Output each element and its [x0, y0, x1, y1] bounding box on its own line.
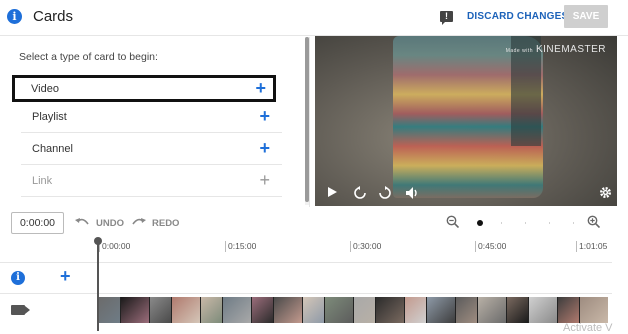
add-icon[interactable]: +: [259, 106, 270, 127]
scrollbar-thumb[interactable]: [305, 37, 309, 202]
filmstrip-frame: [507, 297, 529, 323]
card-type-playlist[interactable]: Playlist +: [21, 103, 282, 133]
card-type-link[interactable]: Link +: [21, 167, 282, 197]
ruler-tick: [475, 241, 476, 252]
video-camera-icon: [11, 305, 30, 315]
filmstrip-frame: [325, 297, 354, 323]
discard-changes-button[interactable]: DISCARD CHANGES: [467, 11, 568, 22]
zoom-slider[interactable]: [477, 220, 574, 226]
play-icon[interactable]: [328, 187, 337, 197]
filmstrip-frame: [223, 297, 252, 323]
volume-icon[interactable]: [405, 186, 419, 200]
add-card-button[interactable]: +: [60, 266, 71, 287]
rewind-icon[interactable]: [353, 186, 367, 200]
add-icon[interactable]: +: [259, 170, 270, 191]
filmstrip-frame: [376, 297, 405, 323]
settings-gear-icon[interactable]: [599, 186, 612, 199]
watermark-brand: KINEMASTER: [535, 44, 606, 55]
card-type-panel: Select a type of card to begin: Video + …: [8, 37, 310, 207]
ruler-tick-label: 1:01:05: [579, 241, 608, 251]
timeline-divider: [0, 293, 612, 294]
timecode-field[interactable]: 0:00:00: [11, 212, 64, 234]
filmstrip-frame: [580, 297, 608, 323]
activate-windows-watermark: Activate V: [563, 322, 613, 334]
filmstrip-frame: [354, 297, 376, 323]
info-icon[interactable]: i: [7, 9, 22, 24]
ruler-tick-label: 0:15:00: [228, 241, 257, 251]
feedback-icon[interactable]: !: [440, 11, 453, 25]
filmstrip-frame: [558, 297, 580, 323]
card-type-label: Channel: [32, 143, 73, 155]
filmstrip-frame: [150, 297, 172, 323]
card-type-video[interactable]: Video +: [12, 75, 276, 102]
zoom-out-icon[interactable]: [446, 215, 459, 228]
card-type-label: Video: [31, 83, 59, 95]
filmstrip-frame: [121, 297, 150, 323]
filmstrip-frame: [456, 297, 478, 323]
zoom-in-icon[interactable]: [587, 215, 600, 228]
filmstrip-frame: [274, 297, 303, 323]
card-type-label: Link: [32, 175, 53, 187]
filmstrip-frame: [201, 297, 223, 323]
ruler-tick: [576, 241, 577, 252]
ruler-tick: [350, 241, 351, 252]
undo-icon[interactable]: [74, 216, 90, 228]
timeline-ruler[interactable]: 0:00:00 0:15:00 0:30:00 0:45:00 1:01:05: [99, 241, 609, 261]
watermark-prefix: Made with: [505, 48, 533, 54]
save-button[interactable]: SAVE: [564, 5, 608, 28]
card-type-channel[interactable]: Channel +: [21, 135, 282, 165]
filmstrip-frame: [427, 297, 456, 323]
video-player[interactable]: Made with KINEMASTER: [315, 36, 617, 206]
filmstrip-frame: [99, 297, 121, 323]
kinemaster-watermark: Made with KINEMASTER: [506, 44, 606, 55]
add-icon[interactable]: +: [259, 138, 270, 159]
timeline-playhead[interactable]: [94, 237, 102, 331]
page-title: Cards: [33, 8, 74, 25]
ruler-tick: [225, 241, 226, 252]
filmstrip-frame: [303, 297, 325, 323]
ruler-tick-label: 0:00:00: [102, 241, 131, 251]
filmstrip-frame: [172, 297, 201, 323]
fast-forward-icon[interactable]: [378, 186, 392, 200]
undo-button[interactable]: UNDO: [96, 218, 124, 229]
zoom-slider-handle[interactable]: [477, 220, 483, 226]
ruler-tick-label: 0:30:00: [353, 241, 382, 251]
filmstrip-frame: [252, 297, 274, 323]
redo-button[interactable]: REDO: [152, 218, 179, 229]
cards-track-info-icon[interactable]: i: [11, 271, 25, 285]
timeline-divider: [0, 262, 612, 263]
ruler-tick-label: 0:45:00: [478, 241, 507, 251]
filmstrip-frame: [405, 297, 427, 323]
player-controls: [315, 178, 617, 206]
card-type-label: Playlist: [32, 111, 67, 123]
panel-scrollbar[interactable]: [305, 37, 309, 205]
filmstrip-frame: [529, 297, 558, 323]
filmstrip-frame: [478, 297, 507, 323]
card-type-prompt: Select a type of card to begin:: [19, 51, 158, 63]
header-bar: i Cards ! DISCARD CHANGES SAVE: [0, 0, 628, 36]
redo-icon[interactable]: [131, 216, 147, 228]
video-filmstrip[interactable]: [99, 297, 608, 323]
add-icon[interactable]: +: [255, 78, 266, 99]
